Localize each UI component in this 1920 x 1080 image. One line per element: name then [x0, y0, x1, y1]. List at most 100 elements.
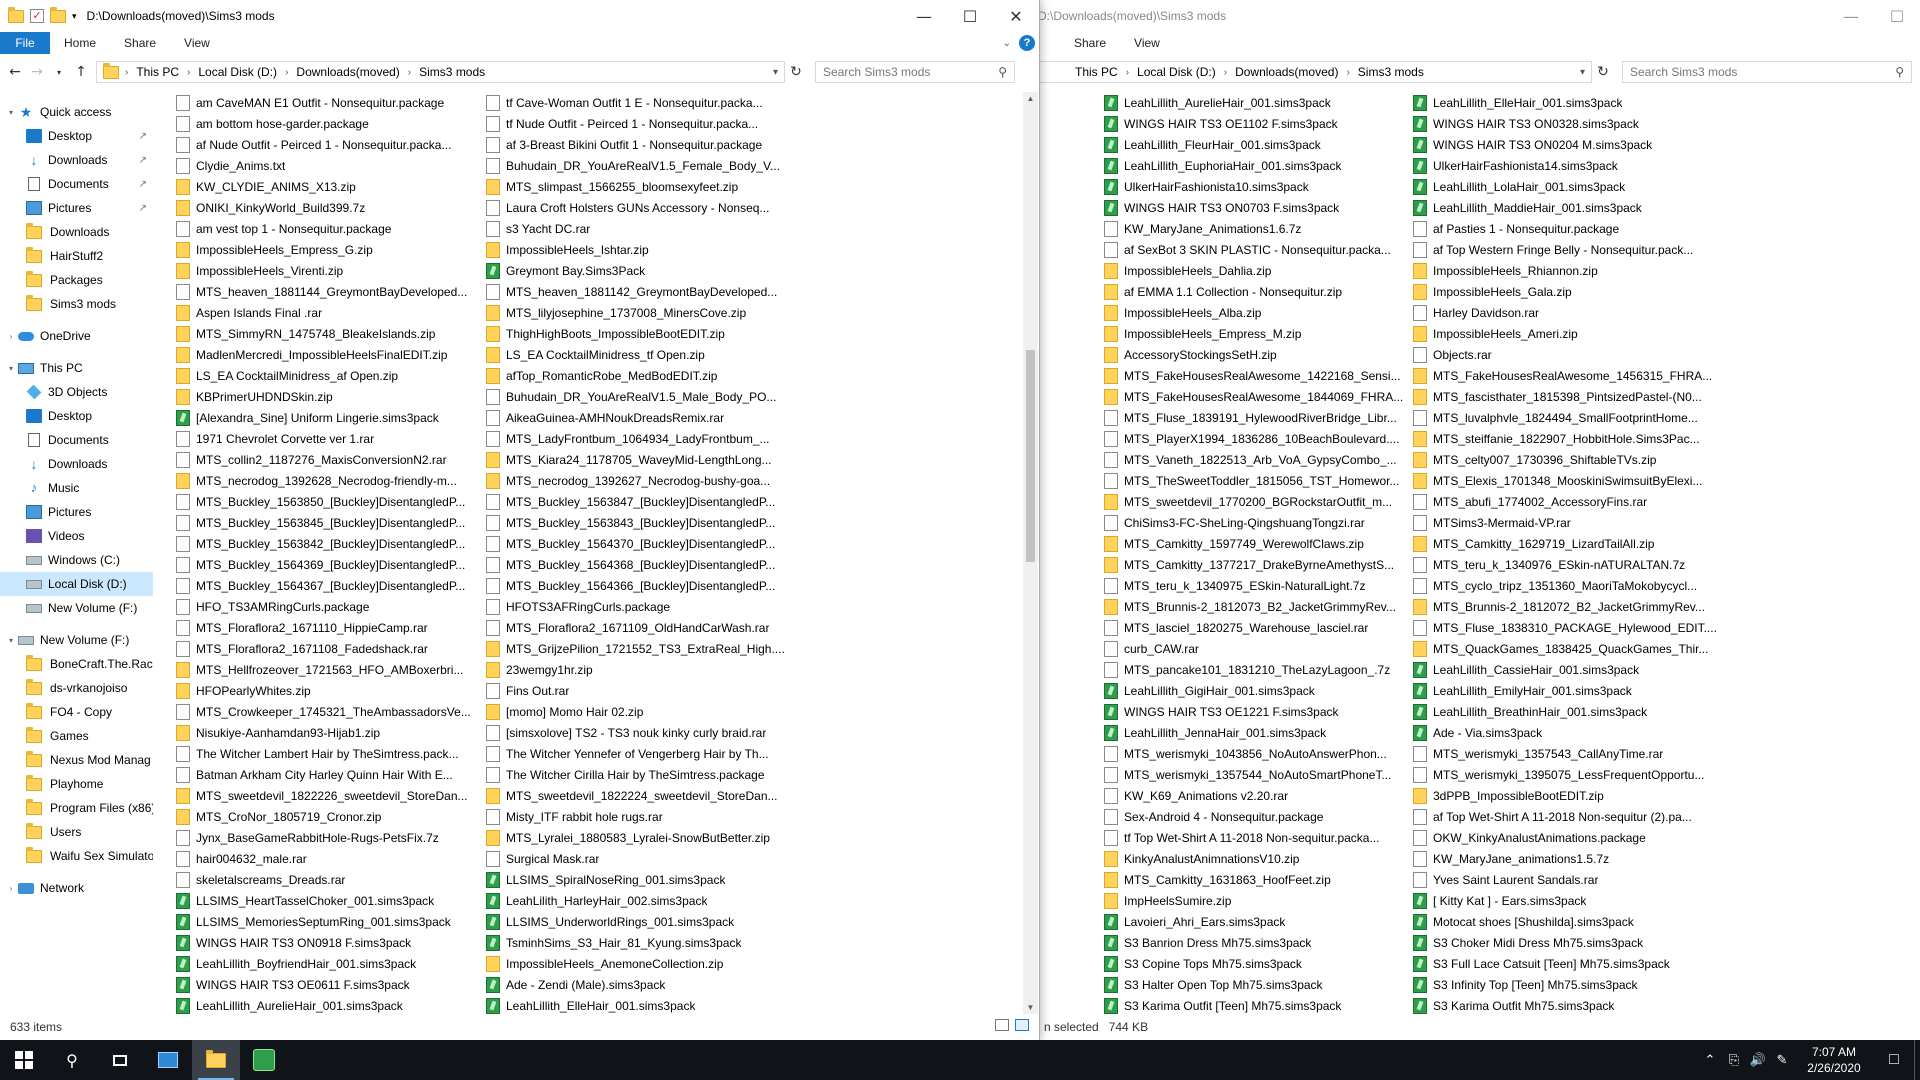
expand-ribbon-icon[interactable]: ⌄: [1003, 38, 1011, 49]
minimize-button[interactable]: —: [1828, 0, 1874, 32]
file-item[interactable]: S3 Full Lace Catsuit [Teen] Mh75.sims3pa…: [1413, 953, 1723, 974]
file-item[interactable]: MTS_Brunnis-2_1812072_B2_JacketGrimmyRev…: [1413, 596, 1723, 617]
file-item[interactable]: ImpHeelsSumire.zip: [1104, 890, 1404, 911]
chevron-down-icon[interactable]: ▾: [771, 67, 784, 78]
maximize-button[interactable]: ☐: [1874, 0, 1920, 32]
file-item[interactable]: ONIKI_KinkyWorld_Build399.7z: [176, 197, 472, 218]
file-item[interactable]: Harley Davidson.rar: [1413, 302, 1723, 323]
file-item[interactable]: Buhudain_DR_YouAreRealV1.5_Female_Body_V…: [486, 155, 786, 176]
file-item[interactable]: WINGS HAIR TS3 ON0328.sims3pack: [1413, 113, 1723, 134]
file-item[interactable]: KinkyAnalustAnimnationsV10.zip: [1104, 848, 1404, 869]
nav-item[interactable]: New Volume (F:): [0, 596, 153, 620]
file-item[interactable]: MTS_werismyki_1043856_NoAutoAnswerPhon..…: [1104, 743, 1404, 764]
file-item[interactable]: HFO_TS3AMRingCurls.package: [176, 596, 472, 617]
file-item[interactable]: 23wemgy1hr.zip: [486, 659, 786, 680]
file-item[interactable]: WINGS HAIR TS3 OE1221 F.sims3pack: [1104, 701, 1404, 722]
scroll-up-arrow[interactable]: ▲: [1023, 94, 1038, 103]
file-item[interactable]: MTS_Buckley_1563842_[Buckley]Disentangle…: [176, 533, 472, 554]
file-item[interactable]: MTS_Buckley_1564370_[Buckley]Disentangle…: [486, 533, 786, 554]
file-item[interactable]: LeahLillith_JennaHair_001.sims3pack: [1104, 722, 1404, 743]
file-item[interactable]: MTS_teru_k_1340976_ESkin-nATURALTAN.7z: [1413, 554, 1723, 575]
file-item[interactable]: MTS_heaven_1881142_GreymontBayDeveloped.…: [486, 281, 786, 302]
file-item[interactable]: s3 Yacht DC.rar: [486, 218, 786, 239]
file-item[interactable]: ImpossibleHeels_Gala.zip: [1413, 281, 1723, 302]
file-item[interactable]: MTS_collin2_1187276_MaxisConversionN2.ra…: [176, 449, 472, 470]
nav-item[interactable]: Games: [0, 724, 153, 748]
file-item[interactable]: af Pasties 1 - Nonsequitur.package: [1413, 218, 1723, 239]
expand-chevron-icon[interactable]: ›: [4, 332, 18, 341]
file-item[interactable]: MTSims3-Mermaid-VP.rar: [1413, 512, 1723, 533]
file-item[interactable]: Yves Saint Laurent Sandals.rar: [1413, 869, 1723, 890]
file-item[interactable]: MTS_Buckley_1564366_[Buckley]Disentangle…: [486, 575, 786, 596]
breadcrumb-downloads-moved[interactable]: Downloads(moved): [1229, 65, 1344, 79]
file-item[interactable]: [Alexandra_Sine] Uniform Lingerie.sims3p…: [176, 407, 472, 428]
breadcrumb-this-pc[interactable]: This PC: [1045, 65, 1124, 79]
file-item[interactable]: UlkerHairFashionista10.sims3pack: [1104, 176, 1404, 197]
file-item[interactable]: hair004632_male.rar: [176, 848, 472, 869]
file-item[interactable]: MTS_TheSweetToddler_1815056_TST_Homewor.…: [1104, 470, 1404, 491]
file-item[interactable]: MTS_Buckley_1563850_[Buckley]Disentangle…: [176, 491, 472, 512]
refresh-icon[interactable]: ↻: [785, 64, 807, 80]
file-item[interactable]: MTS_Floraflora2_1671109_OldHandCarWash.r…: [486, 617, 786, 638]
file-item[interactable]: MTS_Floraflora2_1671110_HippieCamp.rar: [176, 617, 472, 638]
file-item[interactable]: ImpossibleHeels_Ishtar.zip: [486, 239, 786, 260]
breadcrumb-sims3-mods[interactable]: Sims3 mods: [413, 65, 491, 79]
properties-icon[interactable]: ✓: [30, 9, 44, 23]
search-button[interactable]: ⚲: [48, 1040, 96, 1080]
file-item[interactable]: MTS_lasciel_1820275_Warehouse_lasciel.ra…: [1104, 617, 1404, 638]
nav-item[interactable]: Sims3 mods: [0, 292, 153, 316]
file-item[interactable]: S3 Choker Midi Dress Mh75.sims3pack: [1413, 932, 1723, 953]
nav-item[interactable]: BoneCraft.The.Race: [0, 652, 153, 676]
file-item[interactable]: Sex-Android 4 - Nonsequitur.package: [1104, 806, 1404, 827]
file-item[interactable]: af Top Wet-Shirt A 11-2018 Non-sequitur …: [1413, 806, 1723, 827]
file-item[interactable]: MadlenMercredi_ImpossibleHeelsFinalEDIT.…: [176, 344, 472, 365]
nav-item[interactable]: Users: [0, 820, 153, 844]
file-item[interactable]: LeahLillith_MaddieHair_001.sims3pack: [1413, 197, 1723, 218]
file-item[interactable]: MTS_Crowkeeper_1745321_TheAmbassadorsVe.…: [176, 701, 472, 722]
breadcrumb-this-pc[interactable]: This PC: [130, 65, 185, 79]
file-item[interactable]: TsminhSims_S3_Hair_81_Kyung.sims3pack: [486, 932, 786, 953]
expand-chevron-icon[interactable]: ▾: [4, 108, 18, 117]
file-item[interactable]: MTS_Buckley_1564367_[Buckley]Disentangle…: [176, 575, 472, 596]
file-item[interactable]: ThighHighBoots_ImpossibleBootEDIT.zip: [486, 323, 786, 344]
file-item[interactable]: MTS_CroNor_1805719_Cronor.zip: [176, 806, 472, 827]
file-item[interactable]: LeahLillith_FleurHair_001.sims3pack: [1104, 134, 1404, 155]
file-item[interactable]: MTS_Lyralei_1880583_Lyralei-SnowButBette…: [486, 827, 786, 848]
file-item[interactable]: MTS_Camkitty_1629719_LizardTailAll.zip: [1413, 533, 1723, 554]
file-item[interactable]: LLSIMS_HeartTasselChoker_001.sims3pack: [176, 890, 472, 911]
tab-view[interactable]: View: [1120, 32, 1174, 54]
tab-share[interactable]: Share: [110, 32, 170, 54]
show-desktop-button[interactable]: [1914, 1040, 1920, 1080]
chevron-right-icon[interactable]: ›: [185, 67, 192, 78]
file-item[interactable]: af SexBot 3 SKIN PLASTIC - Nonsequitur.p…: [1104, 239, 1404, 260]
nav-item[interactable]: Nexus Mod Manag: [0, 748, 153, 772]
nav-item[interactable]: Downloads: [0, 220, 153, 244]
breadcrumb-downloads-moved[interactable]: Downloads(moved): [290, 65, 405, 79]
file-item[interactable]: MTS_sweetdevil_1770200_BGRockstarOutfit_…: [1104, 491, 1404, 512]
nav-item[interactable]: › Network: [0, 876, 153, 900]
file-item[interactable]: Laura Croft Holsters GUNs Accessory - No…: [486, 197, 786, 218]
file-item[interactable]: OKW_KinkyAnalustAnimations.package: [1413, 827, 1723, 848]
file-item[interactable]: LS_EA CocktailMinidress_af Open.zip: [176, 365, 472, 386]
network-icon[interactable]: ⎘: [1722, 1053, 1746, 1068]
nav-item[interactable]: Documents: [0, 428, 153, 452]
file-item[interactable]: S3 Infinity Top [Teen] Mh75.sims3pack: [1413, 974, 1723, 995]
file-item[interactable]: MTS_GrijzePilion_1721552_TS3_ExtraReal_H…: [486, 638, 786, 659]
file-item[interactable]: WINGS HAIR TS3 OE1102 F.sims3pack: [1104, 113, 1404, 134]
nav-item[interactable]: ds-vrkanojoiso: [0, 676, 153, 700]
file-item[interactable]: LLSIMS_UnderworldRings_001.sims3pack: [486, 911, 786, 932]
file-item[interactable]: 1971 Chevrolet Corvette ver 1.rar: [176, 428, 472, 449]
volume-icon[interactable]: 🔊: [1746, 1053, 1770, 1068]
file-item[interactable]: S3 Karima Outfit [Teen] Mh75.sims3pack: [1104, 995, 1404, 1016]
file-item[interactable]: MTS_sweetdevil_1822226_sweetdevil_StoreD…: [176, 785, 472, 806]
search-input[interactable]: Search Sims3 mods ⚲: [1622, 61, 1912, 83]
file-item[interactable]: MTS_SimmyRN_1475748_BleakeIslands.zip: [176, 323, 472, 344]
nav-item[interactable]: Playhome: [0, 772, 153, 796]
file-item[interactable]: AikeaGuinea-AMHNoukDreadsRemix.rar: [486, 407, 786, 428]
file-item[interactable]: MTS_steiffanie_1822907_HobbitHole.Sims3P…: [1413, 428, 1723, 449]
file-item[interactable]: MTS_LadyFrontbum_1064934_LadyFrontbum_..…: [486, 428, 786, 449]
file-item[interactable]: am CaveMAN E1 Outfit - Nonsequitur.packa…: [176, 92, 472, 113]
chevron-right-icon[interactable]: ›: [123, 67, 130, 78]
file-item[interactable]: MTS_werismyki_1357544_NoAutoSmartPhoneT.…: [1104, 764, 1404, 785]
nav-item[interactable]: Local Disk (D:): [0, 572, 153, 596]
